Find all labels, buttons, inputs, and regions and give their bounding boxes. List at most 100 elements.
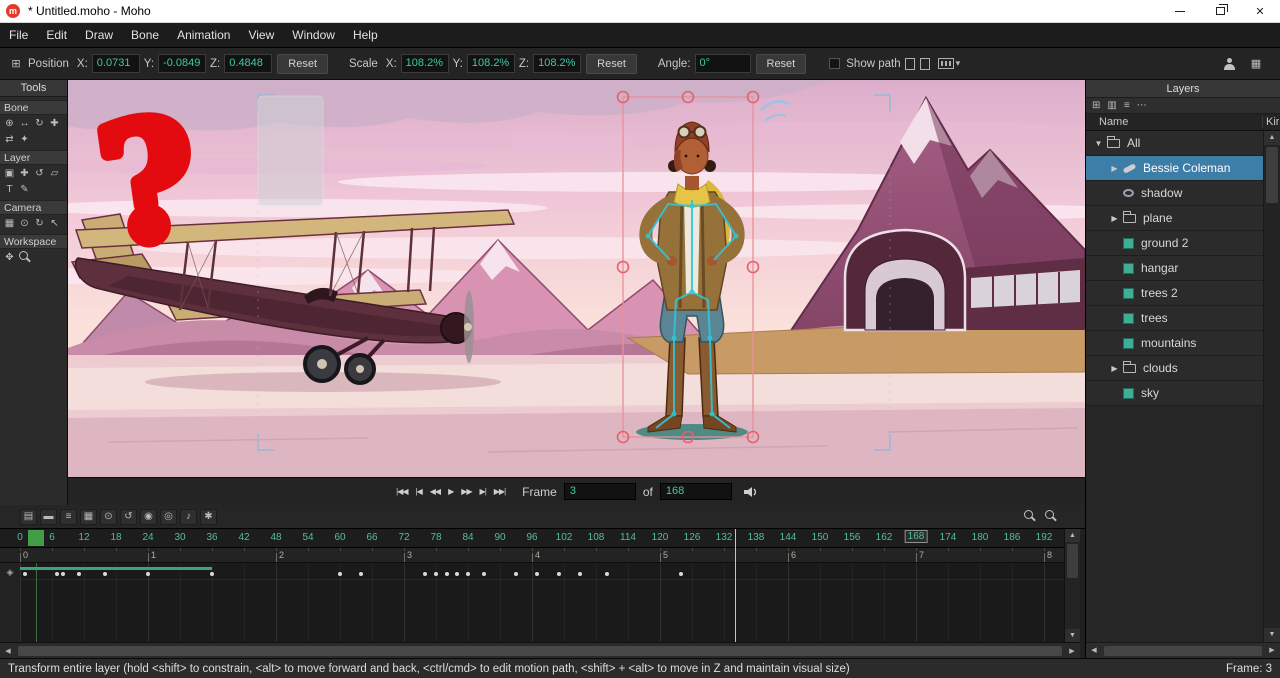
reparent-bone-tool[interactable]: ⇄ — [2, 132, 17, 146]
layer-row-all[interactable]: ▼All — [1086, 131, 1263, 156]
doc-copy-icon[interactable] — [920, 58, 930, 70]
next-keyframe-button[interactable]: ▶| — [478, 487, 488, 496]
total-frames-input[interactable]: 168 — [660, 483, 732, 500]
scale-z-input[interactable]: 108.2% — [533, 54, 581, 73]
audio-track-icon[interactable]: ♪ — [180, 509, 197, 525]
keyframe-dot[interactable] — [338, 572, 342, 576]
restore-button[interactable] — [1200, 0, 1240, 22]
add-bone-tool[interactable]: ✚ — [47, 116, 62, 130]
angle-input[interactable]: 0° — [695, 54, 751, 73]
layer-row-mountains[interactable]: mountains — [1086, 331, 1263, 356]
draw-tool[interactable]: ✎ — [17, 182, 32, 196]
keyframe-dot[interactable] — [535, 572, 539, 576]
menu-file[interactable]: File — [0, 28, 37, 42]
loop-icon[interactable]: ↺ — [120, 509, 137, 525]
step-back-button[interactable]: ◀◀ — [428, 487, 442, 496]
expand-icon[interactable]: ▶ — [1108, 364, 1121, 373]
follow-path-tool[interactable]: ↺ — [32, 166, 47, 180]
graph-mode-icon[interactable]: ◉ — [140, 509, 157, 525]
minimize-button[interactable] — [1160, 0, 1200, 22]
film-icon[interactable] — [938, 58, 954, 69]
layer-row-shadow[interactable]: shadow — [1086, 181, 1263, 206]
keyframe-interval-icon[interactable]: ▬ — [40, 509, 57, 525]
jump-to-end-button[interactable]: ▶▶| — [492, 487, 507, 496]
seconds-ruler[interactable]: 012345678 — [0, 548, 1064, 563]
layer-row-trees[interactable]: trees — [1086, 306, 1263, 331]
more-options-icon[interactable]: ⋯ — [1137, 100, 1147, 111]
frame-input[interactable]: 3 — [564, 483, 636, 500]
scroll-thumb[interactable] — [18, 646, 1062, 656]
scroll-down-button[interactable]: ▼ — [1264, 628, 1280, 642]
translate-bone-tool[interactable]: ↔ — [17, 116, 32, 130]
layer-row-plane[interactable]: ▶plane — [1086, 206, 1263, 231]
scroll-right-button[interactable]: ▶ — [1064, 644, 1080, 658]
scale-reset-button[interactable]: Reset — [586, 54, 637, 74]
image-sequence-icon[interactable]: ▦ — [80, 509, 97, 525]
collapse-icon[interactable]: ▼ — [1092, 139, 1105, 148]
onion-skin-icon[interactable]: ◎ — [160, 509, 177, 525]
keyframe-dot[interactable] — [605, 572, 609, 576]
scroll-up-button[interactable]: ▲ — [1065, 529, 1080, 542]
zoom-in-icon[interactable] — [1043, 509, 1057, 523]
menu-animation[interactable]: Animation — [168, 28, 239, 42]
keyframe-dot[interactable] — [359, 572, 363, 576]
layer-row-hangar[interactable]: hangar — [1086, 256, 1263, 281]
keyframe-dot[interactable] — [210, 572, 214, 576]
keyframe-dot[interactable] — [146, 572, 150, 576]
pan-workspace-tool[interactable]: ✥ — [2, 250, 17, 264]
rotate-bone-tool[interactable]: ↻ — [32, 116, 47, 130]
transform-layer-tool[interactable]: ▣ — [2, 166, 17, 180]
keyframe-dot[interactable] — [482, 572, 486, 576]
menu-draw[interactable]: Draw — [76, 28, 122, 42]
playhead[interactable] — [28, 530, 44, 546]
keyframe-dot[interactable] — [466, 572, 470, 576]
add-point-tool[interactable]: ✚ — [17, 166, 32, 180]
position-z-input[interactable]: 0.4848 — [224, 54, 272, 73]
layer-row-ground-2[interactable]: ground 2 — [1086, 231, 1263, 256]
shear-layer-tool[interactable]: ▱ — [47, 166, 62, 180]
menu-view[interactable]: View — [239, 28, 283, 42]
track-camera-tool[interactable]: ▦ — [2, 216, 17, 230]
expand-icon[interactable]: ▶ — [1108, 164, 1121, 173]
keyframe-dot[interactable] — [23, 572, 27, 576]
keyframe-dot[interactable] — [61, 572, 65, 576]
autokey-icon[interactable]: ⊙ — [100, 509, 117, 525]
customize-toolbar-icon[interactable]: ▦ — [1248, 56, 1264, 71]
scroll-up-button[interactable]: ▲ — [1264, 131, 1280, 145]
channel-filter-icon[interactable]: ≡ — [60, 509, 77, 525]
play-button[interactable]: ▶ — [446, 487, 455, 496]
keyframe-dot[interactable] — [423, 572, 427, 576]
select-bone-tool[interactable]: ⊕ — [2, 116, 17, 130]
layer-row-sky[interactable]: sky — [1086, 381, 1263, 406]
angle-reset-button[interactable]: Reset — [756, 54, 807, 74]
previous-keyframe-button[interactable]: |◀ — [414, 487, 424, 496]
keyframe-dot[interactable] — [55, 572, 59, 576]
layer-row-bessie-coleman[interactable]: ▶Bessie Coleman — [1086, 156, 1263, 181]
new-folder-icon[interactable]: ▥ — [1107, 100, 1116, 111]
scroll-down-button[interactable]: ▼ — [1065, 629, 1080, 642]
timeline-vscrollbar[interactable]: ▲ ▼ — [1064, 529, 1080, 642]
timeline-settings-icon[interactable]: ✱ — [200, 509, 217, 525]
audio-mute-icon[interactable] — [743, 486, 759, 498]
position-y-input[interactable]: -0.0849 — [158, 54, 206, 73]
pan-tilt-camera-tool[interactable]: ↖ — [47, 216, 62, 230]
expand-icon[interactable]: ▶ — [1108, 214, 1121, 223]
keyframe-dot[interactable] — [434, 572, 438, 576]
keyframe-dot[interactable] — [578, 572, 582, 576]
show-path-checkbox[interactable] — [829, 58, 840, 69]
roll-camera-tool[interactable]: ↻ — [32, 216, 47, 230]
zoom-camera-tool[interactable]: ⊙ — [17, 216, 32, 230]
keyframe-dot[interactable] — [679, 572, 683, 576]
scroll-right-button[interactable]: ▶ — [1264, 643, 1280, 658]
position-reset-button[interactable]: Reset — [277, 54, 328, 74]
bone-strength-tool[interactable]: ✦ — [17, 132, 32, 146]
scroll-left-button[interactable]: ◀ — [0, 644, 16, 658]
doc-icon[interactable] — [905, 58, 915, 70]
layers-vscrollbar[interactable]: ▲ ▼ — [1263, 131, 1280, 642]
menu-window[interactable]: Window — [283, 28, 344, 42]
scroll-thumb[interactable] — [1067, 544, 1078, 578]
timeline-options-icon[interactable]: ▤ — [20, 509, 37, 525]
scale-x-input[interactable]: 108.2% — [401, 54, 449, 73]
layer-row-clouds[interactable]: ▶clouds — [1086, 356, 1263, 381]
timeline-channels[interactable]: ◈ — [0, 563, 1064, 642]
